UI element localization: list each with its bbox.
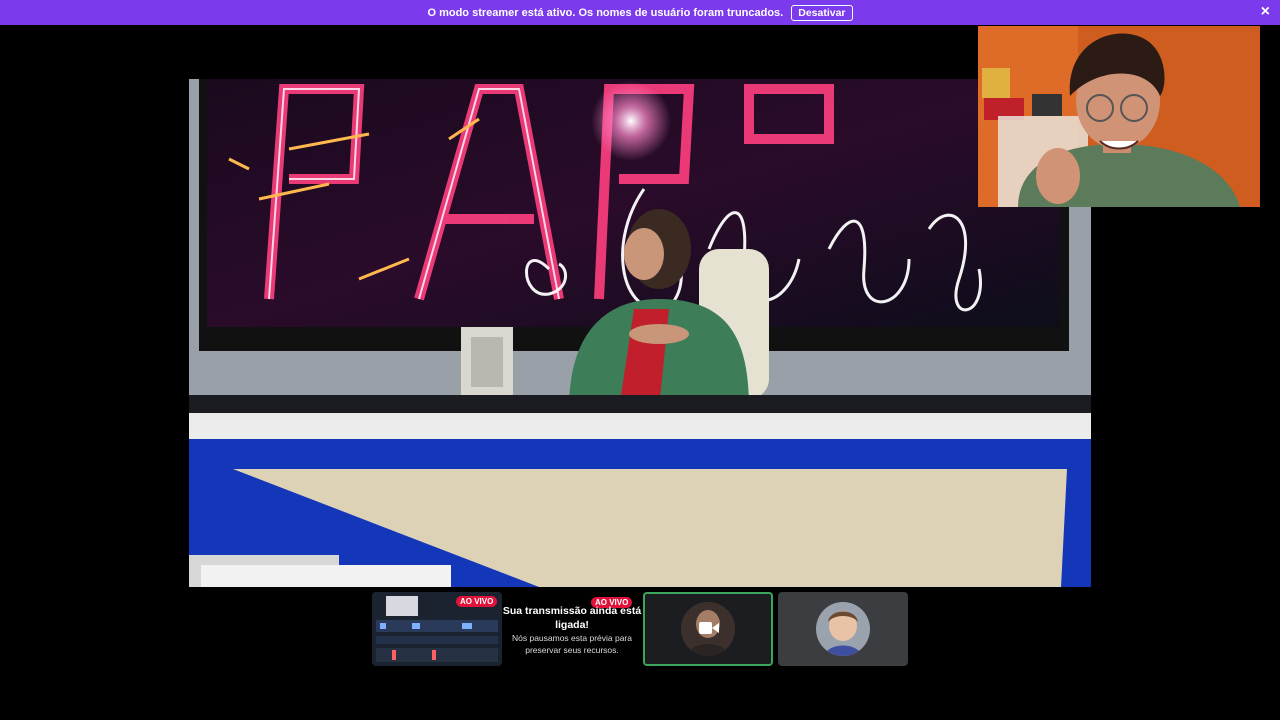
preview-paused-title: Sua transmissão ainda está ligada! (502, 605, 642, 631)
stream-frame-graphic (189, 79, 1091, 587)
preview-paused-tile: AO VIVO Sua transmissão ainda está ligad… (502, 592, 642, 666)
close-icon[interactable]: × (1261, 3, 1270, 21)
self-video-pip[interactable] (978, 26, 1260, 207)
avatar-graphic (816, 602, 870, 656)
participant-tile-avatar[interactable] (778, 592, 908, 666)
self-video-graphic (978, 26, 1260, 207)
stream-thumbnail-tile[interactable]: AO VIVO (372, 592, 502, 666)
streamer-mode-banner: O modo streamer está ativo. Os nomes de … (0, 0, 1280, 25)
streamer-mode-message: O modo streamer está ativo. Os nomes de … (427, 6, 784, 19)
participant-tile-camera[interactable] (643, 592, 773, 666)
video-camera-icon (699, 622, 719, 634)
preview-paused-description: Nós pausamos esta prévia para preservar … (511, 633, 632, 655)
disable-streamer-mode-button[interactable]: Desativar (791, 4, 853, 21)
avatar (816, 602, 870, 656)
live-badge: AO VIVO (456, 596, 498, 607)
main-stream-video[interactable] (189, 79, 1091, 587)
